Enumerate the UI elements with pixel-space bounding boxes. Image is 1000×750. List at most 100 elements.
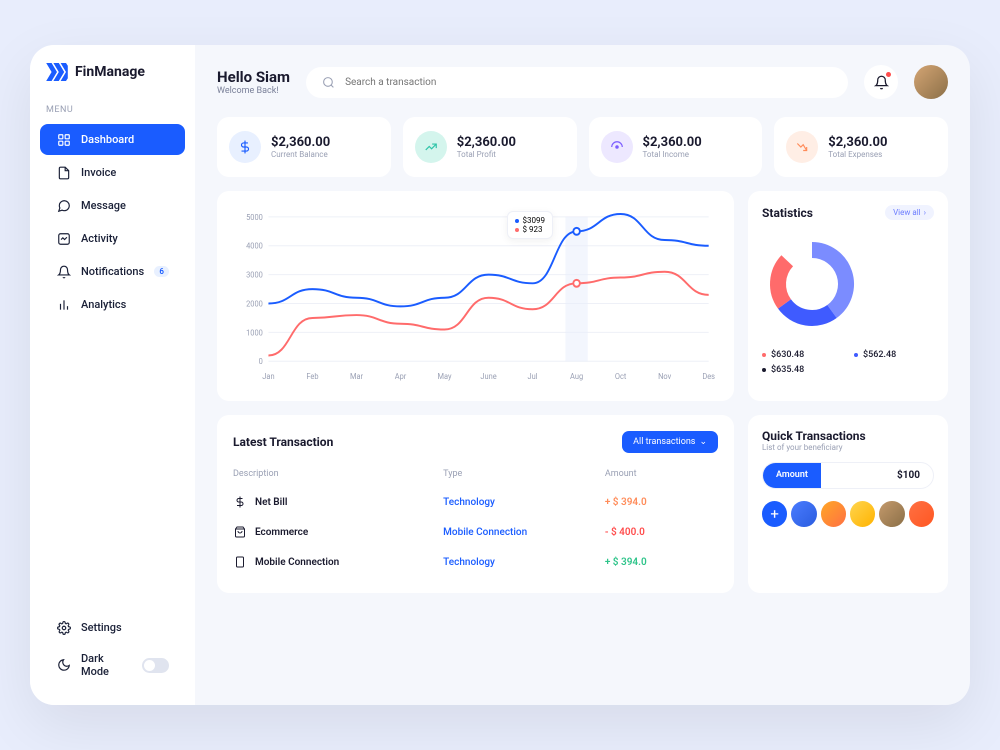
stats-row: $2,360.00Current Balance $2,360.00Total … [217,117,948,177]
amount-value: $100 [821,463,933,488]
bag-icon [233,525,247,539]
beneficiary-avatar[interactable] [850,501,875,527]
nav-label: Activity [81,232,118,245]
transactions-title: Latest Transaction [233,435,333,449]
nav-analytics[interactable]: Analytics [40,289,185,320]
nav-settings[interactable]: Settings [40,612,185,643]
dashboard-icon [56,132,71,147]
svg-text:June: June [480,372,496,381]
greeting-block: Hello Siam Welcome Back! [217,68,290,96]
revenue-chart: 010002000300040005000JanFebMarAprMayJune… [217,191,734,401]
beneficiary-avatars: + [762,501,934,527]
add-beneficiary-button[interactable]: + [762,501,787,527]
transactions-card: Latest Transaction All transactions⌄ Des… [217,415,734,593]
nav-label: Settings [81,621,122,634]
svg-text:Mar: Mar [350,372,363,381]
statistics-card: Statistics View all› $630.48 $562.48 $635.… [748,191,948,401]
nav-label: Invoice [81,166,116,179]
chart-tooltip: $3099 $ 923 [507,211,553,239]
row-amount: + $ 394.0 [605,557,718,568]
search-bar[interactable] [306,67,848,98]
row-description: Ecommerce [255,527,308,538]
nav-label: Message [81,199,126,212]
page-title: Hello Siam [217,68,290,86]
stat-label: Current Balance [271,150,330,159]
svg-text:2000: 2000 [246,299,263,308]
donut-chart [762,234,862,334]
dollar-icon [233,495,247,509]
table-row[interactable]: Ecommerce Mobile Connection - $ 400.0 [233,517,718,547]
stat-value: $2,360.00 [271,135,330,150]
main-content: Hello Siam Welcome Back! $2,360.00Curren… [195,45,970,705]
svg-text:Oct: Oct [615,372,627,381]
row-type: Technology [443,557,605,568]
table-row[interactable]: Net Bill Technology + $ 394.0 [233,487,718,517]
chevron-right-icon: › [924,208,926,217]
col-amount: Amount [605,469,718,479]
stat-income: $2,360.00Total Income [589,117,763,177]
header: Hello Siam Welcome Back! [217,65,948,99]
svg-text:Des: Des [702,372,715,381]
darkmode-toggle[interactable] [142,658,169,673]
menu-section-label: MENU [30,99,195,123]
stat-label: Total Income [643,150,702,159]
row-amount: - $ 400.0 [605,527,718,538]
mobile-icon [233,555,247,569]
bell-icon [874,75,889,90]
statistics-legend: $630.48 $562.48 $635.48 [762,350,934,375]
brand-name: FinManage [75,64,145,80]
trend-down-icon [786,131,818,163]
svg-text:4000: 4000 [246,242,263,251]
moon-icon [56,658,71,673]
nav-dashboard[interactable]: Dashboard [40,124,185,155]
table-body: Net Bill Technology + $ 394.0 Ecommerce … [233,487,718,577]
legend-item: $630.48 [762,350,842,360]
welcome-text: Welcome Back! [217,86,290,96]
gear-icon [56,620,71,635]
notifications-badge: 6 [154,266,169,277]
search-input[interactable] [345,77,832,88]
nav-notifications[interactable]: Notifications 6 [40,256,185,287]
row-amount: + $ 394.0 [605,497,718,508]
notifications-button[interactable] [864,65,898,99]
table-header: Description Type Amount [233,465,718,487]
notifications-icon [56,264,71,279]
table-row[interactable]: Mobile Connection Technology + $ 394.0 [233,547,718,577]
message-icon [56,198,71,213]
svg-text:5000: 5000 [246,213,263,222]
stat-balance: $2,360.00Current Balance [217,117,391,177]
statistics-title: Statistics [762,206,813,220]
gauge-icon [601,131,633,163]
beneficiary-avatar[interactable] [879,501,904,527]
svg-text:1000: 1000 [246,328,263,337]
nav-label: Dark Mode [81,652,132,678]
stat-label: Total Profit [457,150,516,159]
nav-invoice[interactable]: Invoice [40,157,185,188]
nav-label: Analytics [81,298,126,311]
row-type: Mobile Connection [443,527,605,538]
quick-transactions-card: Quick Transactions List of your benefici… [748,415,948,593]
stat-value: $2,360.00 [643,135,702,150]
beneficiary-avatar[interactable] [909,501,934,527]
transactions-filter-button[interactable]: All transactions⌄ [622,431,718,453]
svg-text:May: May [438,372,452,381]
stat-expenses: $2,360.00Total Expenses [774,117,948,177]
stat-value: $2,360.00 [828,135,887,150]
nav-message[interactable]: Message [40,190,185,221]
amount-input-group[interactable]: Amount $100 [762,462,934,489]
view-all-button[interactable]: View all› [885,205,934,220]
nav-activity[interactable]: Activity [40,223,185,254]
beneficiary-avatar[interactable] [791,501,816,527]
brand-logo[interactable]: FinManage [30,63,195,99]
nav-label: Notifications [81,265,144,278]
legend-item: $562.48 [854,350,934,360]
beneficiary-avatar[interactable] [821,501,846,527]
svg-text:0: 0 [259,357,263,366]
logo-icon [46,63,68,81]
row-description: Mobile Connection [255,557,339,568]
user-avatar[interactable] [914,65,948,99]
legend-item: $635.48 [762,365,842,375]
line-chart-svg: 010002000300040005000JanFebMarAprMayJune… [233,207,718,385]
darkmode-toggle-row[interactable]: Dark Mode [40,644,185,686]
chevron-down-icon: ⌄ [699,437,707,447]
